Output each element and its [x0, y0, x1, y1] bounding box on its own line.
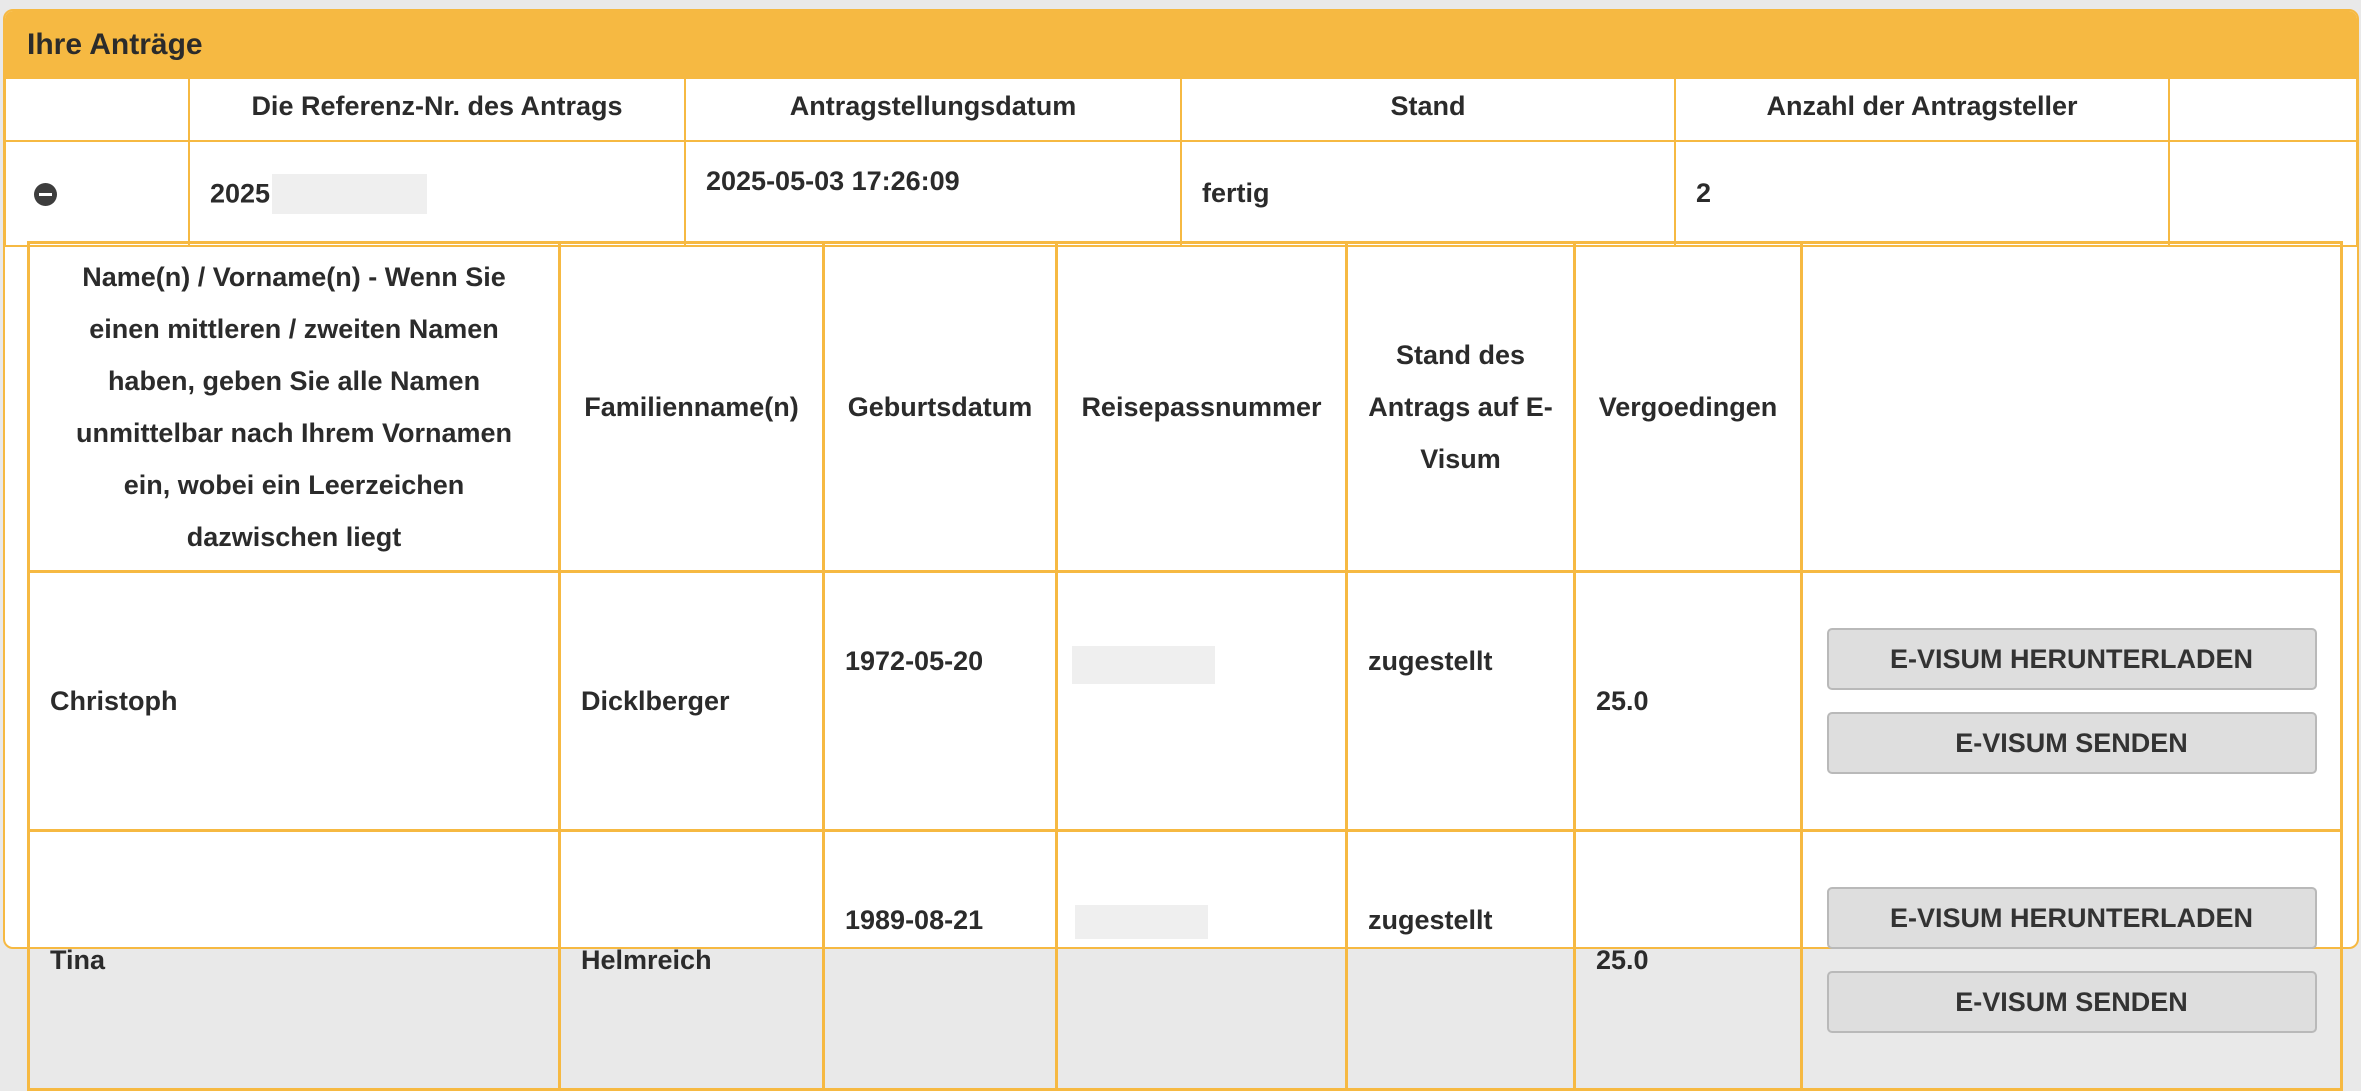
applicant-evisa-status: zugestellt [1345, 570, 1576, 832]
expand-cell[interactable] [4, 140, 190, 247]
application-status: fertig [1180, 140, 1676, 247]
applicant-passport [1055, 570, 1348, 832]
applicant-birth-date: 1972-05-20 [822, 570, 1058, 832]
reference-cell: 2025 [188, 140, 686, 247]
applicant-family-name: Dicklberger [558, 570, 825, 832]
applicants-wrapper: Name(n) / Vorname(n) - Wenn Sie einen mi… [27, 241, 2343, 1091]
header-empty [2168, 70, 2358, 142]
applicant-passport [1055, 829, 1348, 1091]
application-row: 2025 2025-05-03 17:26:09 fertig 2 [4, 140, 2358, 247]
applicant-actions: E-VISUM HERUNTERLADEN E-VISUM SENDEN [1800, 570, 2343, 832]
header-actions [1800, 241, 2343, 573]
reference-value: 2025 [210, 178, 271, 208]
applicant-birth-date: 1989-08-21 [822, 829, 1058, 1091]
header-family-name: Familienname(n) [558, 241, 825, 573]
send-evisa-button[interactable]: E-VISUM SENDEN [1826, 712, 2317, 774]
empty-cell [2168, 140, 2358, 247]
applicant-actions: E-VISUM HERUNTERLADEN E-VISUM SENDEN [1800, 829, 2343, 1091]
header-fees: Vergoedingen [1573, 241, 1803, 573]
header-applicant-count: Anzahl der Antragsteller [1674, 70, 2170, 142]
passport-redacted [1072, 646, 1215, 684]
applicant-row: Christoph Dicklberger 1972-05-20 zugeste… [27, 570, 2343, 832]
header-passport: Reisepassnummer [1055, 241, 1348, 573]
applications-table: Die Referenz-Nr. des Antrags Antragstell… [4, 70, 2358, 247]
header-status: Stand [1180, 70, 1676, 142]
passport-redacted [1075, 905, 1208, 939]
header-evisa-status: Stand des Antrags auf E-Visum [1345, 241, 1576, 573]
applicant-fees: 25.0 [1573, 570, 1803, 832]
header-reference: Die Referenz-Nr. des Antrags [188, 70, 686, 142]
applicant-row: Tina Helmreich 1989-08-21 zugestellt 25.… [27, 829, 2343, 1091]
header-birth-date: Geburtsdatum [822, 241, 1058, 573]
header-date: Antragstellungsdatum [684, 70, 1182, 142]
applicants-table: Name(n) / Vorname(n) - Wenn Sie einen mi… [27, 241, 2343, 1091]
header-expand [4, 70, 190, 142]
collapse-icon[interactable] [34, 183, 57, 207]
download-evisa-button[interactable]: E-VISUM HERUNTERLADEN [1826, 628, 2317, 690]
header-first-names: Name(n) / Vorname(n) - Wenn Sie einen mi… [27, 241, 561, 573]
reference-redacted [272, 173, 428, 214]
applicant-first-names: Tina [27, 829, 561, 1091]
panel-header: Ihre Anträge [5, 11, 2357, 79]
applications-header-row: Die Referenz-Nr. des Antrags Antragstell… [4, 70, 2358, 142]
panel-title: Ihre Anträge [27, 28, 203, 61]
download-evisa-button[interactable]: E-VISUM HERUNTERLADEN [1826, 887, 2317, 949]
applicant-first-names: Christoph [27, 570, 561, 832]
applicant-fees: 25.0 [1573, 829, 1803, 1091]
applicant-evisa-status: zugestellt [1345, 829, 1576, 1091]
applicant-family-name: Helmreich [558, 829, 825, 1091]
application-date: 2025-05-03 17:26:09 [684, 140, 1182, 247]
send-evisa-button[interactable]: E-VISUM SENDEN [1826, 971, 2317, 1033]
applicant-count: 2 [1674, 140, 2170, 247]
applicants-header-row: Name(n) / Vorname(n) - Wenn Sie einen mi… [27, 241, 2343, 573]
